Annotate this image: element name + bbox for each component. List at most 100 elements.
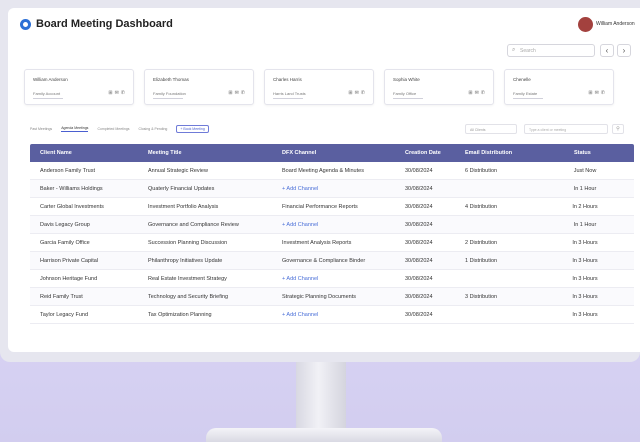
- cell-creation-date: 30/08/2024: [405, 294, 433, 300]
- tab-closing-pending[interactable]: Closing & Pending: [139, 127, 168, 131]
- user-avatar[interactable]: [578, 17, 593, 32]
- card-client-subtitle: Family Estate: [513, 91, 538, 96]
- table-search-input[interactable]: Type a client or meeting: [524, 124, 608, 134]
- cell-dfx-channel: Governance & Compliance Binder: [282, 258, 366, 264]
- cell-status: In 3 Hours: [572, 240, 598, 246]
- phone-icon[interactable]: ✆: [481, 90, 487, 96]
- card-divider: [513, 98, 543, 99]
- client-card[interactable]: William Anderson Family Account ⊞✉✆: [24, 69, 134, 105]
- header-client-name[interactable]: Client Name: [40, 150, 72, 156]
- tab-agenda-meetings[interactable]: Agenda Meetings: [61, 126, 89, 132]
- cell-email-distribution: 4 Distribution: [465, 204, 498, 210]
- client-filter-dropdown[interactable]: All Clients: [465, 124, 517, 134]
- cell-client-name: Anderson Family Trust: [40, 168, 96, 174]
- table-row[interactable]: Anderson Family Trust Annual Strategic Re…: [30, 162, 634, 180]
- cell-meeting-title: Philanthropy Initiatives Update: [148, 258, 223, 264]
- phone-icon[interactable]: ✆: [601, 90, 607, 96]
- cell-creation-date: 30/08/2024: [405, 204, 433, 210]
- phone-icon[interactable]: ✆: [361, 90, 367, 96]
- cell-meeting-title: Succession Planning Discussion: [148, 240, 228, 246]
- cell-dfx-channel: Investment Analysis Reports: [282, 240, 352, 246]
- cell-dfx-channel[interactable]: + Add Channel: [282, 312, 318, 318]
- cell-client-name: Carter Global Investments: [40, 204, 104, 210]
- table-body: Anderson Family Trust Annual Strategic Re…: [30, 162, 634, 324]
- card-client-subtitle: Harris Land Trusts: [273, 91, 306, 96]
- cell-dfx-channel[interactable]: + Add Channel: [282, 222, 318, 228]
- card-client-name: Elizabeth Thomas: [153, 77, 189, 82]
- cell-status: Just Now: [573, 168, 597, 174]
- header-status[interactable]: Status: [574, 150, 591, 156]
- cell-creation-date: 30/08/2024: [405, 258, 433, 264]
- cell-client-name: Harrison Private Capital: [40, 258, 99, 264]
- book-meeting-button[interactable]: + Book Meeting: [176, 125, 209, 133]
- client-card[interactable]: Chenelle Family Estate ⊞✉✆: [504, 69, 614, 105]
- header-email-distribution[interactable]: Email Distribution: [465, 150, 512, 156]
- table-row[interactable]: Carter Global Investments Investment Port…: [30, 198, 634, 216]
- header-creation-date[interactable]: Creation Date: [405, 150, 441, 156]
- cell-email-distribution: 1 Distribution: [465, 258, 498, 264]
- tab-past-meetings[interactable]: Past Meetings: [30, 127, 52, 131]
- search-input[interactable]: ⌕ Search: [507, 44, 595, 57]
- card-divider: [153, 98, 183, 99]
- phone-icon[interactable]: ✆: [241, 90, 247, 96]
- table-row[interactable]: Baker - Williams Holdings Quaterly Financ…: [30, 180, 634, 198]
- cell-creation-date: 30/08/2024: [405, 222, 433, 228]
- card-client-name: William Anderson: [33, 77, 68, 82]
- tab-completed-meetings[interactable]: Completed Meetings: [97, 127, 129, 131]
- cell-dfx-channel[interactable]: + Add Channel: [282, 186, 318, 192]
- user-name[interactable]: William Anderson: [596, 21, 635, 27]
- card-actions: ⊞✉✆: [348, 90, 367, 96]
- header-meeting-title[interactable]: Meeting Title: [148, 150, 182, 156]
- previous-button[interactable]: ‹: [600, 44, 614, 57]
- card-actions: ⊞✉✆: [228, 90, 247, 96]
- card-divider: [393, 98, 423, 99]
- cell-creation-date: 30/08/2024: [405, 312, 433, 318]
- top-bar: Board Meeting Dashboard William Anderson: [8, 8, 640, 42]
- cell-creation-date: 30/08/2024: [405, 186, 433, 192]
- card-client-name: Charles Harris: [273, 77, 302, 82]
- card-actions: ⊞✉✆: [468, 90, 487, 96]
- phone-icon[interactable]: ✆: [121, 90, 127, 96]
- cell-status: In 3 Hours: [572, 312, 598, 318]
- client-card[interactable]: Elizabeth Thomas Family Foundation ⊞✉✆: [144, 69, 254, 105]
- cell-meeting-title: Real Estate Investment Strategy: [148, 276, 227, 282]
- client-card[interactable]: Sophia White Family Office ⊞✉✆: [384, 69, 494, 105]
- cell-meeting-title: Governance and Compliance Review: [148, 222, 239, 228]
- card-client-subtitle: Family Account: [33, 91, 61, 96]
- table-row[interactable]: Johnson Heritage Fund Real Estate Investm…: [30, 270, 634, 288]
- cell-client-name: Garcia Family Office: [40, 240, 90, 246]
- cell-creation-date: 30/08/2024: [405, 168, 433, 174]
- cell-email-distribution: 3 Distribution: [465, 294, 498, 300]
- client-card[interactable]: Charles Harris Harris Land Trusts ⊞✉✆: [264, 69, 374, 105]
- cell-dfx-channel: Strategic Planning Documents: [282, 294, 356, 300]
- card-client-subtitle: Family Office: [393, 91, 417, 96]
- cell-status: In 3 Hours: [572, 258, 598, 264]
- header-dfx-channel[interactable]: DFX Channel: [282, 150, 316, 156]
- table-row[interactable]: Garcia Family Office Succession Planning …: [30, 234, 634, 252]
- cell-email-distribution: 6 Distribution: [465, 168, 498, 174]
- table-row[interactable]: Harrison Private Capital Philanthropy Ini…: [30, 252, 634, 270]
- cell-status: In 3 Hours: [572, 294, 598, 300]
- cell-meeting-title: Technology and Security Briefing: [148, 294, 229, 300]
- table-row[interactable]: Taylor Legacy Fund Tax Optimization Plann…: [30, 306, 634, 324]
- table-row[interactable]: Reid Family Trust Technology and Security…: [30, 288, 634, 306]
- table-row[interactable]: Davis Legacy Group Governance and Complia…: [30, 216, 634, 234]
- card-divider: [273, 98, 303, 99]
- cell-creation-date: 30/08/2024: [405, 240, 433, 246]
- card-client-name: Sophia White: [393, 77, 420, 82]
- meeting-tabs: Past Meetings Agenda Meetings Completed …: [30, 124, 209, 134]
- cell-dfx-channel[interactable]: + Add Channel: [282, 276, 318, 282]
- cell-meeting-title: Quaterly Financial Updates: [148, 186, 215, 192]
- card-client-name: Chenelle: [513, 77, 531, 82]
- cell-client-name: Johnson Heritage Fund: [40, 276, 98, 282]
- meetings-table: Client Name Meeting Title DFX Channel Cr…: [30, 144, 634, 324]
- cell-meeting-title: Annual Strategic Review: [148, 168, 208, 174]
- cell-status: In 3 Hours: [572, 276, 598, 282]
- page-title: Board Meeting Dashboard: [36, 18, 173, 30]
- table-header: Client Name Meeting Title DFX Channel Cr…: [30, 144, 634, 162]
- cell-dfx-channel: Board Meeting Agenda & Minutes: [282, 168, 364, 174]
- card-client-subtitle: Family Foundation: [153, 91, 186, 96]
- monitor-frame: Board Meeting Dashboard William Anderson…: [0, 0, 640, 362]
- filter-icon[interactable]: ⚲: [612, 124, 624, 134]
- next-button[interactable]: ›: [617, 44, 631, 57]
